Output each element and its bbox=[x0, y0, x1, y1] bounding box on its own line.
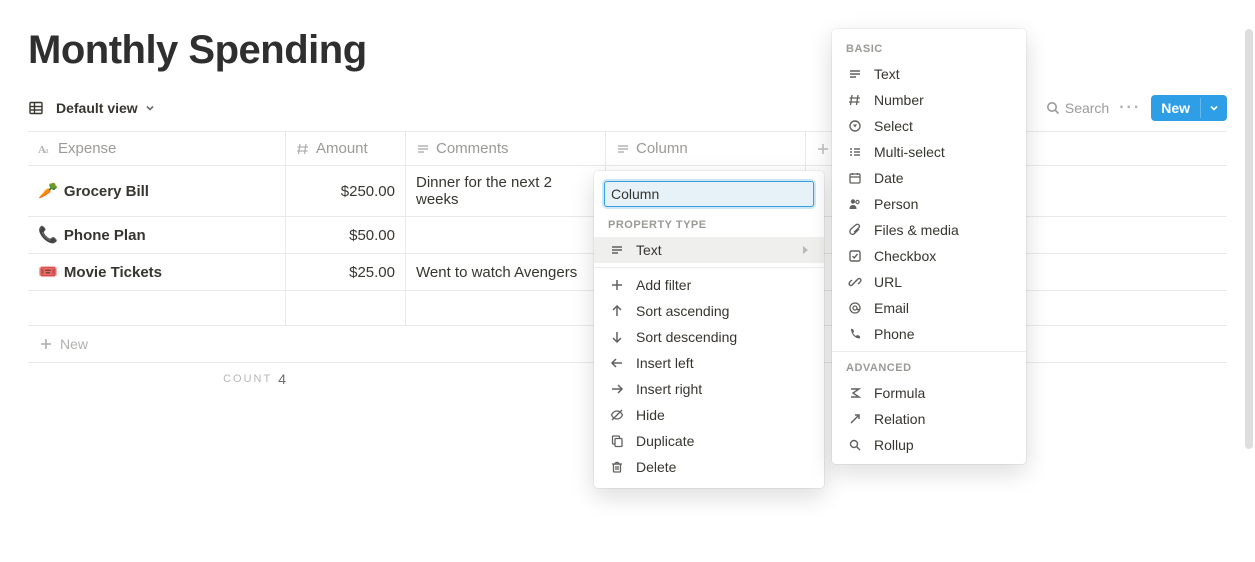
svg-text:a: a bbox=[45, 146, 49, 155]
new-button-dropdown[interactable] bbox=[1200, 98, 1227, 118]
section-title-basic: BASIC bbox=[832, 37, 1026, 61]
number-icon bbox=[296, 142, 310, 156]
menu-delete[interactable]: Delete bbox=[594, 454, 824, 480]
formula-icon bbox=[846, 386, 864, 400]
type-files[interactable]: Files & media bbox=[832, 217, 1026, 243]
type-phone[interactable]: Phone bbox=[832, 321, 1026, 347]
more-button[interactable]: ··· bbox=[1119, 99, 1141, 117]
rollup-icon bbox=[846, 438, 864, 452]
menu-insert-right[interactable]: Insert right bbox=[594, 376, 824, 402]
table-icon bbox=[28, 100, 44, 116]
new-button-label: New bbox=[1151, 95, 1200, 121]
type-relation[interactable]: Relation bbox=[832, 406, 1026, 432]
paperclip-icon bbox=[846, 223, 864, 237]
cell-comments[interactable] bbox=[406, 217, 606, 253]
text-icon bbox=[608, 243, 626, 257]
search-label: Search bbox=[1065, 100, 1109, 116]
view-label: Default view bbox=[56, 100, 138, 116]
view-switcher[interactable]: Default view bbox=[28, 100, 156, 116]
property-type-popover: BASIC Text Number Select Multi-select Da… bbox=[832, 29, 1026, 464]
scrollbar-thumb[interactable] bbox=[1245, 29, 1253, 449]
chevron-right-icon bbox=[800, 245, 810, 255]
search-icon bbox=[1045, 100, 1061, 116]
column-header-new-column[interactable]: Column bbox=[606, 132, 806, 165]
link-icon bbox=[846, 275, 864, 289]
row-emoji: 📞 bbox=[38, 225, 58, 245]
type-url[interactable]: URL bbox=[832, 269, 1026, 295]
type-select[interactable]: Select bbox=[832, 113, 1026, 139]
type-email[interactable]: Email bbox=[832, 295, 1026, 321]
select-icon bbox=[846, 119, 864, 133]
text-icon bbox=[616, 142, 630, 156]
new-button[interactable]: New bbox=[1151, 95, 1227, 121]
cell-amount[interactable]: $50.00 bbox=[286, 217, 406, 253]
text-icon bbox=[846, 67, 864, 81]
type-rollup[interactable]: Rollup bbox=[832, 432, 1026, 458]
column-header-amount[interactable]: Amount bbox=[286, 132, 406, 165]
menu-insert-left[interactable]: Insert left bbox=[594, 350, 824, 376]
section-title-property-type: PROPERTY TYPE bbox=[594, 213, 824, 237]
section-title-advanced: ADVANCED bbox=[832, 356, 1026, 380]
number-icon bbox=[846, 93, 864, 107]
type-date[interactable]: Date bbox=[832, 165, 1026, 191]
type-formula[interactable]: Formula bbox=[832, 380, 1026, 406]
title-icon: Aa bbox=[38, 142, 52, 156]
row-count[interactable]: COUNT 4 bbox=[28, 363, 286, 387]
menu-sort-descending[interactable]: Sort descending bbox=[594, 324, 824, 350]
popover-scrollbar[interactable] bbox=[1245, 29, 1253, 485]
arrow-right-icon bbox=[608, 382, 626, 396]
cell-amount[interactable]: $25.00 bbox=[286, 254, 406, 290]
at-icon bbox=[846, 301, 864, 315]
row-emoji: 🥕 bbox=[38, 181, 58, 201]
property-type-row[interactable]: Text bbox=[594, 237, 824, 263]
menu-hide[interactable]: Hide bbox=[594, 402, 824, 428]
checkbox-icon bbox=[846, 249, 864, 263]
menu-add-filter[interactable]: Add filter bbox=[594, 272, 824, 298]
eye-off-icon bbox=[608, 408, 626, 422]
filter-icon bbox=[608, 278, 626, 292]
duplicate-icon bbox=[608, 434, 626, 448]
arrow-down-icon bbox=[608, 330, 626, 344]
search-button[interactable]: Search bbox=[1045, 100, 1109, 116]
type-checkbox[interactable]: Checkbox bbox=[832, 243, 1026, 269]
chevron-down-icon bbox=[144, 102, 156, 114]
arrow-up-icon bbox=[608, 304, 626, 318]
cell-amount[interactable]: $250.00 bbox=[286, 166, 406, 216]
relation-icon bbox=[846, 412, 864, 426]
trash-icon bbox=[608, 460, 626, 474]
multiselect-icon bbox=[846, 145, 864, 159]
text-icon bbox=[416, 142, 430, 156]
calendar-icon bbox=[846, 171, 864, 185]
page-title[interactable]: Monthly Spending bbox=[28, 28, 1227, 73]
row-emoji: 🎟️ bbox=[38, 262, 58, 282]
person-icon bbox=[846, 197, 864, 211]
column-name-input[interactable] bbox=[604, 181, 814, 207]
menu-sort-ascending[interactable]: Sort ascending bbox=[594, 298, 824, 324]
type-person[interactable]: Person bbox=[832, 191, 1026, 217]
type-number[interactable]: Number bbox=[832, 87, 1026, 113]
cell-comments[interactable]: Dinner for the next 2 weeks bbox=[406, 166, 606, 216]
column-options-popover: PROPERTY TYPE Text Add filter Sort ascen… bbox=[594, 171, 824, 488]
phone-icon bbox=[846, 327, 864, 341]
cell-comments[interactable]: Went to watch Avengers bbox=[406, 254, 606, 290]
type-multiselect[interactable]: Multi-select bbox=[832, 139, 1026, 165]
type-text[interactable]: Text bbox=[832, 61, 1026, 87]
arrow-left-icon bbox=[608, 356, 626, 370]
menu-duplicate[interactable]: Duplicate bbox=[594, 428, 824, 454]
new-row-label: New bbox=[60, 336, 88, 352]
column-header-comments[interactable]: Comments bbox=[406, 132, 606, 165]
column-header-expense[interactable]: Aa Expense bbox=[28, 132, 286, 165]
